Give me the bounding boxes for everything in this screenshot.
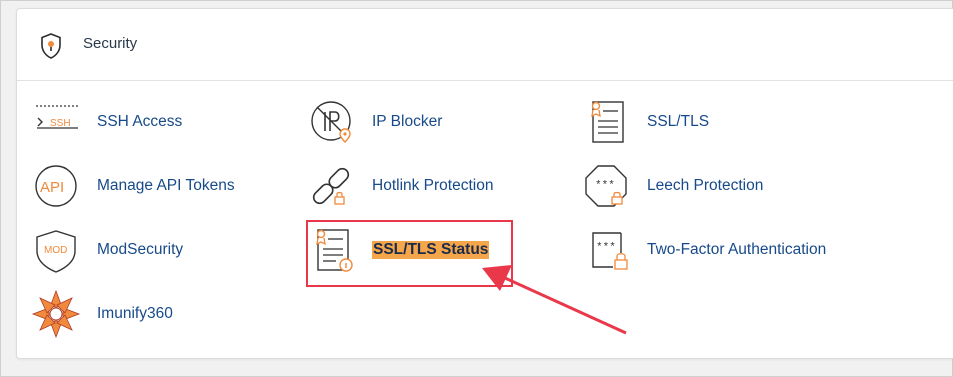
tool-modsecurity[interactable]: MOD ModSecurity xyxy=(31,225,231,275)
tool-label[interactable]: Two-Factor Authentication xyxy=(647,241,826,259)
imunify360-logo-icon xyxy=(31,289,81,339)
chain-link-icon xyxy=(312,167,350,205)
tool-label[interactable]: Manage API Tokens xyxy=(97,177,235,195)
tool-label[interactable]: ModSecurity xyxy=(97,241,183,259)
password-octagon-icon: *** xyxy=(585,165,627,207)
api-icon: API xyxy=(35,165,77,207)
section-title: Security xyxy=(83,35,138,52)
tool-manage-api-tokens[interactable]: API Manage API Tokens xyxy=(31,161,271,211)
tool-label[interactable]: Leech Protection xyxy=(647,177,763,195)
tool-two-factor-authentication[interactable]: *** Two-Factor Authentication xyxy=(581,225,851,275)
svg-text:MOD: MOD xyxy=(44,245,67,256)
tool-label[interactable]: SSL/TLS xyxy=(647,113,709,131)
tool-label[interactable]: IP Blocker xyxy=(372,113,442,131)
shield-icon xyxy=(41,33,61,59)
tool-ip-blocker[interactable]: IP Blocker xyxy=(306,97,506,147)
svg-text:API: API xyxy=(40,179,64,196)
tool-imunify360[interactable]: Imunify360 xyxy=(31,289,231,339)
annotation-highlight-box xyxy=(306,220,513,287)
ssh-terminal-icon: SSH xyxy=(36,105,78,129)
tool-label[interactable]: Imunify360 xyxy=(97,305,173,323)
tool-label[interactable]: Hotlink Protection xyxy=(372,177,493,195)
certificate-document-icon xyxy=(591,101,624,143)
tool-leech-protection[interactable]: *** Leech Protection xyxy=(581,161,801,211)
tool-ssl-tls[interactable]: SSL/TLS xyxy=(581,97,781,147)
tool-ssh-access[interactable]: SSH SSH Access xyxy=(31,97,231,147)
svg-text:***: *** xyxy=(596,242,616,254)
two-factor-lock-icon: *** xyxy=(592,232,628,270)
tool-label[interactable]: SSH Access xyxy=(97,113,182,131)
panel-header[interactable]: Security xyxy=(17,9,953,81)
ip-blocker-icon xyxy=(311,101,351,143)
mod-shield-icon: MOD xyxy=(36,230,76,273)
tool-hotlink-protection[interactable]: Hotlink Protection xyxy=(306,161,536,211)
svg-text:***: *** xyxy=(595,180,615,192)
svg-text:SSH: SSH xyxy=(50,118,71,129)
